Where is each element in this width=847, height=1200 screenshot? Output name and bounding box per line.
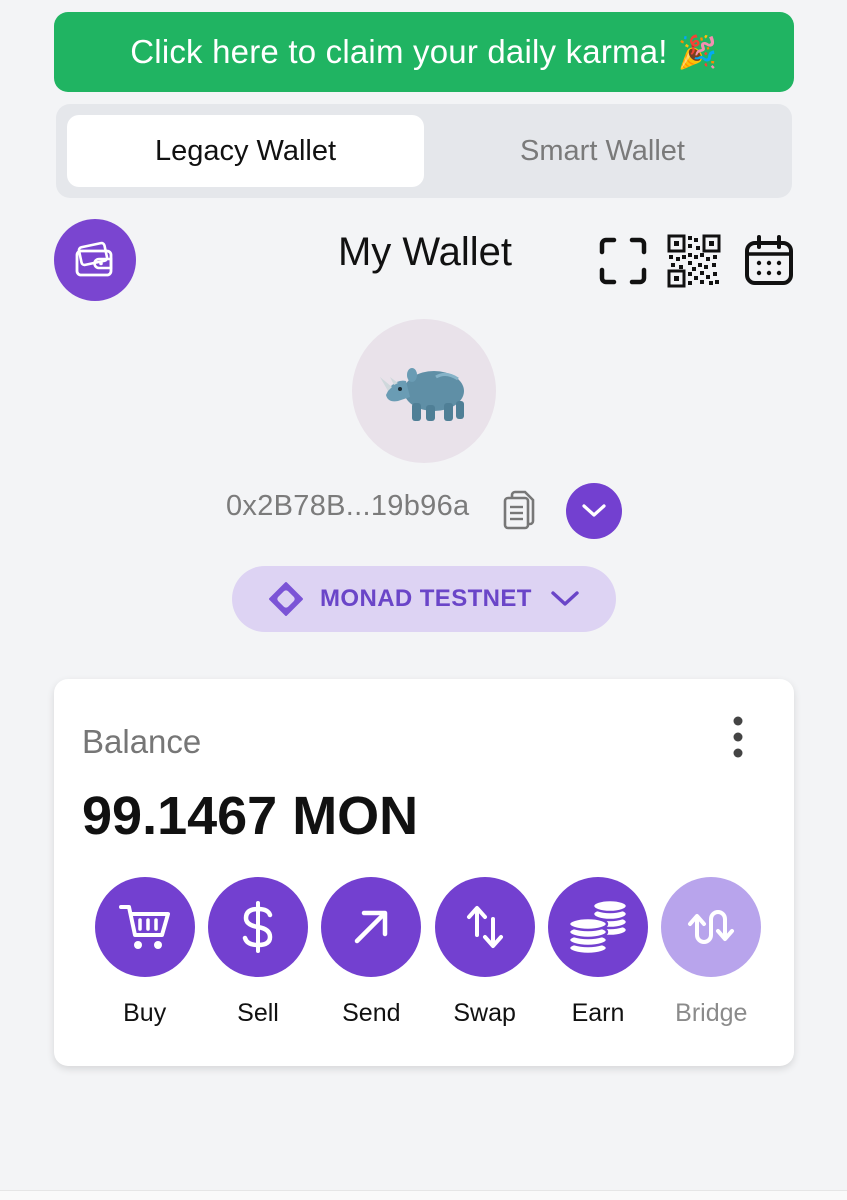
tab-legacy-wallet[interactable]: Legacy Wallet (67, 115, 424, 187)
network-selector[interactable]: MONAD TESTNET (232, 566, 616, 632)
swap-label: Swap (453, 999, 516, 1027)
copy-icon[interactable] (502, 490, 536, 530)
sell-button[interactable]: Sell (201, 877, 314, 1028)
send-button-circle (321, 877, 422, 977)
tab-smart-wallet[interactable]: Smart Wallet (424, 115, 781, 187)
buy-button-circle (94, 877, 195, 977)
bridge-label: Bridge (675, 999, 748, 1027)
bridge-button[interactable]: Bridge (655, 877, 768, 1028)
balance-label: Balance (82, 723, 202, 760)
send-button[interactable]: Send (315, 877, 428, 1028)
more-options-icon[interactable] (724, 715, 752, 759)
swap-button-circle (434, 877, 535, 977)
arrow-up-right-icon (355, 910, 388, 944)
buy-button[interactable]: Buy (88, 877, 201, 1028)
buy-label: Buy (123, 999, 167, 1027)
scan-icon[interactable] (596, 234, 650, 288)
chevron-down-icon (582, 504, 606, 517)
swap-button[interactable]: Swap (428, 877, 541, 1028)
chevron-down-icon (551, 591, 579, 606)
sell-button-circle (207, 877, 308, 977)
claim-karma-banner[interactable]: Click here to claim your daily karma! 🎉 (54, 12, 794, 92)
wallet-menu-button[interactable] (54, 219, 136, 301)
coins-icon (567, 898, 629, 956)
send-label: Send (342, 999, 401, 1027)
wallet-address: 0x2B78B...19b96a (226, 490, 470, 522)
bottom-sheet-edge (0, 1190, 847, 1200)
earn-label: Earn (571, 999, 625, 1027)
wallet-type-tabs: Legacy Wallet Smart Wallet (56, 104, 792, 198)
bridge-icon (688, 910, 735, 944)
network-label: MONAD TESTNET (320, 585, 532, 612)
earn-button[interactable]: Earn (541, 877, 654, 1028)
balance-amount: 99.1467 MON (82, 786, 419, 846)
address-dropdown-button[interactable] (566, 483, 622, 539)
monad-logo-icon (269, 582, 303, 616)
action-buttons: Buy Sell Send Swap Earn Bridge (88, 877, 768, 1028)
rhino-icon (380, 368, 464, 421)
balance-card: Balance 99.1467 MON Buy Sell Send Swap E… (54, 679, 794, 1066)
cart-icon (118, 905, 170, 949)
qr-code-icon[interactable] (667, 234, 721, 288)
party-popper-icon: 🎉 (677, 34, 718, 70)
calendar-icon[interactable] (742, 234, 796, 288)
page-title: My Wallet (337, 230, 513, 274)
dollar-icon (242, 901, 273, 953)
swap-icon (466, 906, 503, 948)
wallet-icon (75, 241, 113, 277)
avatar (352, 319, 496, 463)
bridge-button-circle (661, 877, 762, 977)
claim-karma-text: Click here to claim your daily karma! (130, 33, 668, 70)
sell-label: Sell (237, 999, 279, 1027)
earn-button-circle (547, 877, 648, 977)
